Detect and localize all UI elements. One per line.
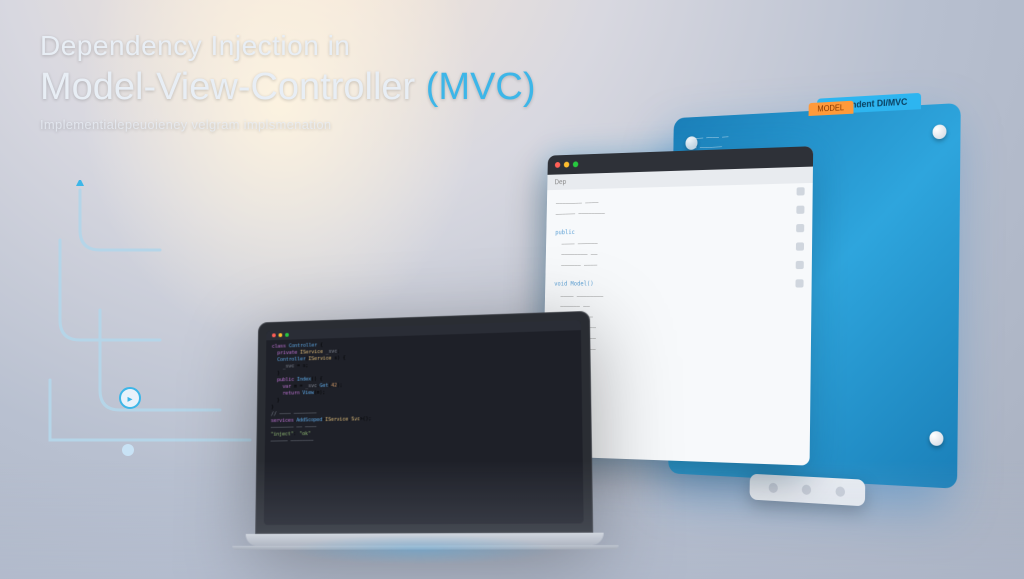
tool-icon — [796, 242, 804, 250]
title-line-1: Dependency Injection in — [40, 30, 536, 62]
hero-title-block: Dependency Injection in Model-View-Contr… — [40, 30, 536, 132]
tool-icon — [796, 261, 804, 269]
floor-gradient — [0, 459, 1024, 579]
min-dot-icon — [279, 333, 283, 337]
tool-icon — [796, 224, 804, 232]
browser-sidebar — [789, 187, 808, 455]
tool-icon — [796, 206, 804, 214]
title-line-2: Model-View-Controller (MVC) — [40, 66, 536, 109]
max-dot-icon — [285, 333, 289, 337]
panel-tab-orange: MODEL — [808, 101, 853, 116]
max-dot-icon — [573, 161, 579, 167]
pin-icon — [932, 124, 946, 139]
close-dot-icon — [272, 333, 276, 337]
gear-icon — [795, 279, 803, 287]
close-dot-icon — [555, 162, 560, 168]
title-acronym: (MVC) — [426, 66, 536, 108]
pin-icon — [929, 431, 943, 446]
plus-icon — [797, 187, 805, 195]
subtitle: Implementialepeuoieney velgram implsmena… — [40, 117, 536, 132]
title-main: Model-View-Controller — [40, 66, 415, 108]
code-section: void Model() — [554, 278, 801, 290]
browser-tab: Dep — [554, 179, 566, 186]
min-dot-icon — [564, 162, 570, 168]
svg-text:▸: ▸ — [127, 394, 132, 405]
